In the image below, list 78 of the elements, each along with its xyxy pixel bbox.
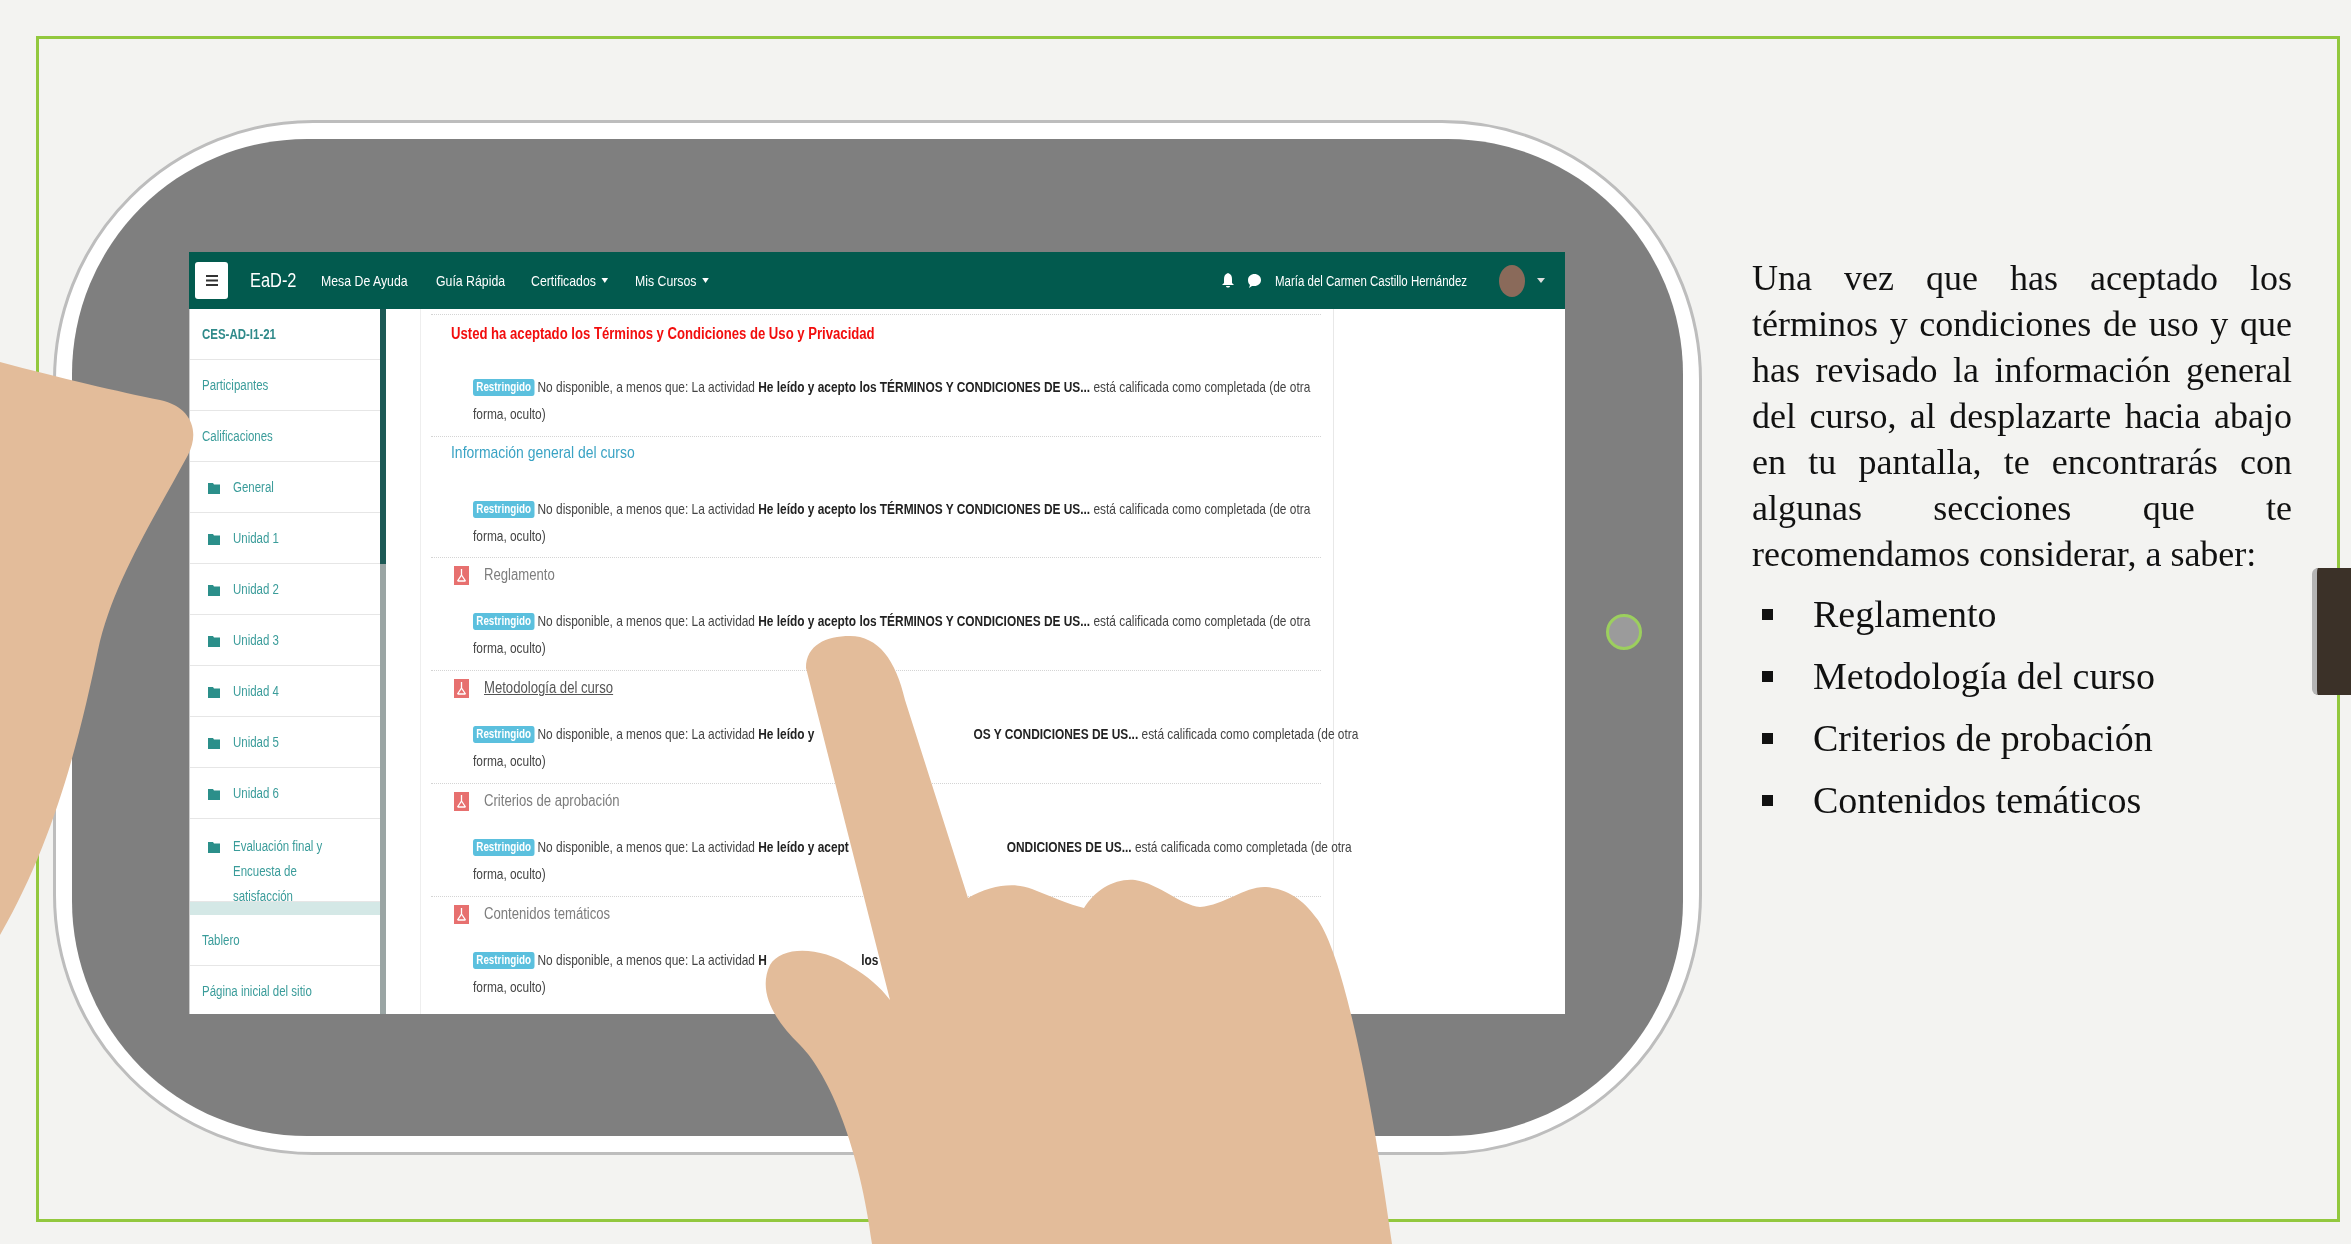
restriction-text: forma, oculto) <box>473 527 546 546</box>
scrollbar-thumb[interactable] <box>380 309 386 564</box>
restricted-badge: Restringido <box>473 501 535 518</box>
restriction-text: los <box>861 952 879 968</box>
restricted-badge: Restringido <box>473 726 535 743</box>
sidebar-link[interactable]: Unidad 6 <box>233 781 354 806</box>
folder-icon <box>208 584 220 596</box>
bullet-icon <box>1762 608 1773 620</box>
sidebar-link[interactable]: Unidad 2 <box>233 577 354 602</box>
sidebar-link[interactable]: Evaluación final y Encuesta de satisfacción <box>233 834 354 909</box>
caret-icon <box>601 278 608 283</box>
restriction-text: forma, oculto) <box>473 405 546 424</box>
pdf-icon <box>454 904 469 924</box>
restricted-badge: Restringido <box>473 839 535 856</box>
bullet-icon <box>1762 794 1773 806</box>
folder-icon <box>208 841 220 853</box>
brand-name[interactable]: EaD-2 <box>250 269 297 292</box>
bell-icon <box>1221 272 1234 289</box>
restriction-text: No disponible, a menos que: La actividad He leído y acepto los TÉRMINOS Y CONDICIONES DE US... está calificada como completada (de otra <box>537 613 1311 629</box>
restriction-text: No disponible, a menos que: La actividad He leído y acept <box>537 839 849 855</box>
nav-link[interactable]: Guía Rápida <box>436 272 506 289</box>
restriction-text: forma, oculto) <box>473 639 546 658</box>
sidebar-link[interactable]: Participantes <box>202 377 269 393</box>
bullet-icon <box>1762 732 1773 744</box>
bullet-text: Reglamento <box>1813 592 1997 636</box>
course-link[interactable]: CES-AD-I1-21 <box>202 326 276 342</box>
folder-icon <box>208 788 220 800</box>
sidebar-link[interactable]: Calificaciones <box>202 428 273 444</box>
sidebar-link[interactable]: General <box>233 475 354 500</box>
restriction-text: No disponible, a menos que: La actividad He leído y acepto los TÉRMINOS Y CONDICIONES DE US... está calificada como completada (de otra <box>537 501 1311 517</box>
folder-icon <box>208 635 220 647</box>
pdf-icon <box>454 565 469 585</box>
menu-icon <box>205 275 218 286</box>
bullet-icon <box>1762 670 1773 682</box>
caret-icon <box>1537 278 1545 283</box>
activity-link[interactable]: Reglamento <box>484 566 555 584</box>
restriction-text: No disponible, a menos que: La actividad H <box>537 952 767 968</box>
folder-icon <box>208 533 220 545</box>
menu-button[interactable] <box>195 262 228 299</box>
bullet-text: Contenidos temáticos <box>1813 778 2142 822</box>
section-title: Información general del curso <box>451 443 635 463</box>
sidebar-link[interactable]: Unidad 4 <box>233 679 354 704</box>
restriction-text: forma, oculto) <box>473 978 546 997</box>
restriction-text: No disponible, a menos que: La actividad He leído y <box>537 726 815 742</box>
home-button[interactable] <box>1606 614 1642 650</box>
caret-icon <box>702 278 709 283</box>
activity-link[interactable]: Criterios de aprobación <box>484 792 620 810</box>
restriction-text: ONDICIONES DE US... está calificada como completada (de otra <box>1007 838 1352 857</box>
folder-icon <box>208 686 220 698</box>
restriction-text: OS Y CONDICIONES DE US... está calificada como completada (de otra <box>973 725 1359 744</box>
bullet-text: Metodología del curso <box>1813 654 2155 698</box>
restriction-text: forma, oculto) <box>473 752 546 771</box>
restriction-text: forma, oculto) <box>473 865 546 884</box>
pdf-icon <box>454 678 469 698</box>
sidebar-link[interactable]: Unidad 1 <box>233 526 354 551</box>
activity-link[interactable]: Contenidos temáticos <box>484 905 611 923</box>
nav-link[interactable]: Mesa De Ayuda <box>320 272 408 289</box>
bullet-text: Criterios de probación <box>1813 716 2153 760</box>
sidebar-link[interactable]: Unidad 3 <box>233 628 354 653</box>
restricted-badge: Restringido <box>473 613 535 630</box>
folder-icon <box>208 737 220 749</box>
activity-link[interactable]: Metodología del curso <box>484 679 614 697</box>
description-text: Una vez que has aceptado los términos y condiciones de uso y que has revisado la información general del curso, al desplazarte hacia abajo en tu pantalla, te encontrarás con algunas secciones que te recomendamos considerar, a saber: <box>1752 257 2292 576</box>
restricted-badge: Restringido <box>473 379 535 396</box>
scrollbar-track[interactable] <box>380 309 386 1014</box>
user-name[interactable]: María del Carmen Castillo Hernández <box>1274 272 1467 289</box>
restricted-badge: Restringido <box>473 952 535 969</box>
notice-text: Usted ha aceptado los Términos y Condiciones de Uso y Privacidad <box>451 325 875 343</box>
nav-link[interactable]: Mis Cursos <box>634 272 709 289</box>
chat-icon <box>1247 273 1261 288</box>
nav-link[interactable]: Certificados <box>530 272 608 289</box>
sidebar-link[interactable]: Unidad 5 <box>233 730 354 755</box>
sidebar-link[interactable]: Página inicial del sitio <box>202 983 312 999</box>
restriction-text: No disponible, a menos que: La actividad He leído y acepto los TÉRMINOS Y CONDICIONES DE US... está calificada como completada (de otra <box>537 379 1311 395</box>
folder-icon <box>208 482 220 494</box>
pdf-icon <box>454 791 469 811</box>
sidebar-link[interactable]: Tablero <box>202 932 240 948</box>
avatar[interactable] <box>1499 264 1525 297</box>
